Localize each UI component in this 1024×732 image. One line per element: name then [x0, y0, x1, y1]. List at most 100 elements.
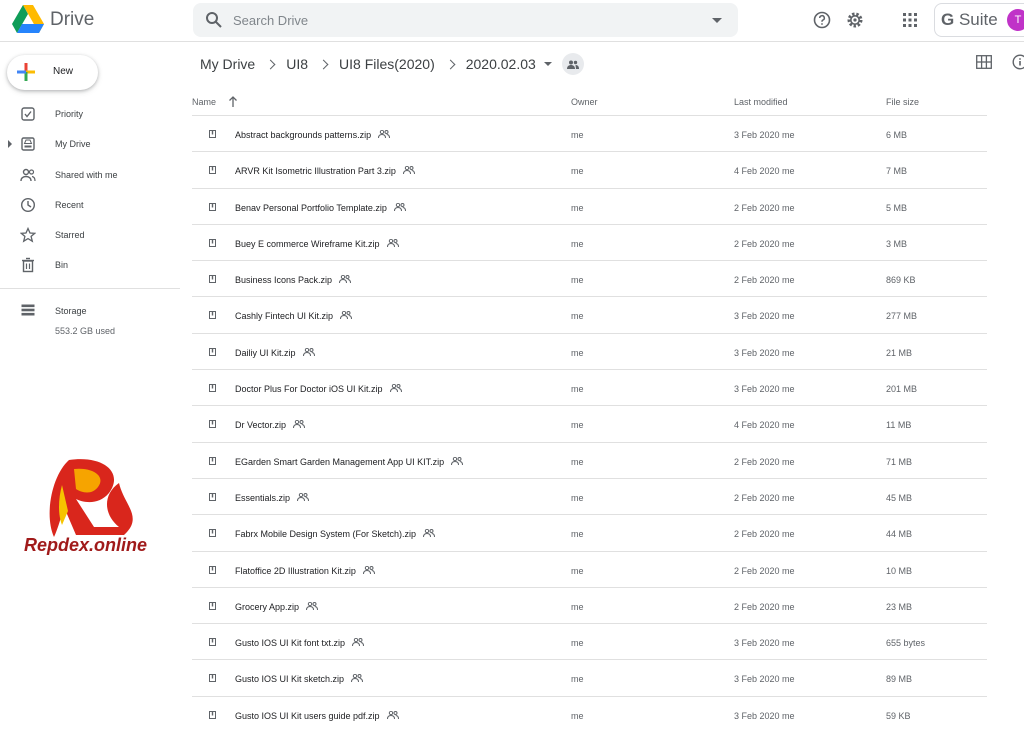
- table-row[interactable]: Dr Vector.zip me 4 Feb 2020 me 11 MB: [192, 406, 987, 443]
- sidebar-item-label: Starred: [55, 230, 85, 241]
- table-row[interactable]: Abstract backgrounds patterns.zip me 3 Feb…: [192, 116, 987, 153]
- sidebar-item-label: My Drive: [55, 139, 91, 150]
- file-name[interactable]: Gusto IOS UI Kit font txt.zip: [235, 638, 365, 648]
- help-icon[interactable]: [812, 10, 832, 30]
- storage-label[interactable]: Storage: [55, 306, 87, 316]
- file-name[interactable]: Gusto IOS UI Kit users guide pdf.zip: [235, 710, 399, 721]
- table-row[interactable]: EGarden Smart Garden Management App UI K…: [192, 443, 987, 479]
- star-icon: [20, 227, 36, 243]
- storage-icon: [21, 304, 35, 316]
- breadcrumb: My Drive UI8 UI8 Files(2020) 2020.02.03: [200, 52, 584, 76]
- file-name[interactable]: Dailiy UI Kit.zip: [235, 347, 315, 358]
- file-name[interactable]: Benav Personal Portfolio Template.zip: [235, 202, 406, 213]
- column-header-file-size[interactable]: File size: [886, 97, 919, 107]
- file-name[interactable]: Flatoffice 2D Illustration Kit.zip: [235, 565, 375, 576]
- search-input[interactable]: [233, 10, 693, 30]
- file-name[interactable]: Fabrx Mobile Design System (For Sketch).…: [235, 529, 436, 539]
- zip-file-icon: [209, 275, 216, 284]
- file-size-cell: 44 MB: [886, 529, 913, 540]
- table-row[interactable]: Grocery App.zip me 2 Feb 2020 me 23 MB: [192, 588, 987, 625]
- column-header-last-modified[interactable]: Last modified: [734, 97, 788, 107]
- gsuite-account-chip[interactable]: G Suite T: [934, 3, 1024, 37]
- last-modified-cell: 3 Feb 2020 me: [734, 130, 795, 140]
- file-name[interactable]: EGarden Smart Garden Management App UI K…: [235, 456, 464, 467]
- file-size-cell: 7 MB: [886, 166, 908, 177]
- table-row[interactable]: Fabrx Mobile Design System (For Sketch).…: [192, 515, 987, 552]
- last-modified-cell: 3 Feb 2020 me: [734, 347, 795, 358]
- last-modified-cell: 3 Feb 2020 me: [734, 311, 795, 322]
- sidebar-item-starred[interactable]: Starred: [0, 221, 180, 251]
- table-row[interactable]: Buey E commerce Wireframe Kit.zip me 2 Feb…: [192, 225, 987, 262]
- breadcrumb-item-current-folder[interactable]: 2020.02.03: [466, 56, 536, 72]
- table-row[interactable]: ARVR Kit Isometric Illustration Part 3.z…: [192, 152, 987, 189]
- shared-with-me-icon: [20, 168, 36, 181]
- avatar[interactable]: T: [1007, 9, 1024, 31]
- search-icon[interactable]: [205, 11, 223, 29]
- table-row[interactable]: Essentials.zip me 2 Feb 2020 me 45 MB: [192, 479, 987, 516]
- zip-file-icon: [209, 130, 216, 138]
- file-name[interactable]: Essentials.zip: [235, 492, 310, 503]
- sidebar-item-recent[interactable]: Recent: [0, 191, 180, 221]
- watermark-text: Repdex.online: [24, 535, 148, 555]
- shared-people-icon: [389, 384, 402, 393]
- file-name[interactable]: Abstract backgrounds patterns.zip: [235, 130, 391, 140]
- sidebar-item-bin[interactable]: Bin: [0, 251, 180, 281]
- owner-cell: me: [571, 529, 584, 540]
- table-row[interactable]: Flatoffice 2D Illustration Kit.zip me 2 Fe…: [192, 552, 987, 588]
- search-bar[interactable]: [193, 3, 738, 37]
- app-name[interactable]: Drive: [50, 9, 94, 31]
- owner-cell: me: [571, 601, 584, 612]
- last-modified-cell: 2 Feb 2020 me: [734, 238, 795, 249]
- table-row[interactable]: Gusto IOS UI Kit font txt.zip me 3 Feb 202…: [192, 624, 987, 661]
- table-row[interactable]: Cashly Fintech UI Kit.zip me 3 Feb 2020 me…: [192, 297, 987, 334]
- sidebar-item-label: Bin: [55, 260, 69, 271]
- breadcrumb-item-my-drive[interactable]: My Drive: [200, 56, 255, 72]
- table-row[interactable]: Dailiy UI Kit.zip me 3 Feb 2020 me 21 MB: [192, 334, 987, 371]
- last-modified-cell: 2 Feb 2020 me: [734, 202, 795, 213]
- file-name[interactable]: Grocery App.zip: [235, 601, 319, 612]
- sidebar-item-shared-with-me[interactable]: Shared with me: [0, 161, 180, 191]
- search-options-dropdown-icon[interactable]: [712, 18, 722, 23]
- zip-file-icon: [209, 311, 216, 320]
- table-row[interactable]: Doctor Plus For Doctor iOS UI Kit.zip me 3…: [192, 370, 987, 407]
- column-header-name[interactable]: Name: [192, 97, 216, 107]
- gsuite-suite-text: Suite: [958, 10, 998, 29]
- apps-grid-icon[interactable]: [900, 10, 920, 30]
- zip-file-icon: [209, 565, 216, 574]
- table-row[interactable]: Gusto IOS UI Kit users guide pdf.zip me 3 …: [192, 697, 987, 732]
- chevron-right-icon: [318, 59, 329, 69]
- breadcrumb-item-ui8[interactable]: UI8: [286, 56, 308, 72]
- folder-menu-dropdown-icon[interactable]: [543, 62, 552, 66]
- sidebar-item-priority[interactable]: Priority: [0, 100, 180, 130]
- expand-arrow-icon[interactable]: [8, 140, 12, 149]
- file-name[interactable]: Cashly Fintech UI Kit.zip: [235, 311, 353, 321]
- owner-cell: me: [571, 202, 584, 213]
- sort-ascending-arrow-icon[interactable]: [228, 95, 238, 107]
- column-header-owner[interactable]: Owner: [571, 97, 598, 107]
- sidebar-item-my-drive[interactable]: My Drive: [0, 130, 180, 160]
- grid-view-icon[interactable]: [976, 55, 992, 69]
- table-row[interactable]: Benav Personal Portfolio Template.zip me 2…: [192, 189, 987, 225]
- breadcrumb-item-ui8-files[interactable]: UI8 Files(2020): [339, 56, 435, 72]
- file-list-header: Name Owner Last modified File size: [192, 88, 987, 116]
- file-name[interactable]: Gusto IOS UI Kit sketch.zip: [235, 674, 364, 685]
- file-name-text: Gusto IOS UI Kit sketch.zip: [235, 674, 345, 685]
- file-size-cell: 869 KB: [886, 275, 916, 286]
- shared-folder-button[interactable]: [561, 53, 584, 75]
- file-name[interactable]: Dr Vector.zip: [235, 420, 306, 430]
- table-row[interactable]: Business Icons Pack.zip me 2 Feb 2020 me 86…: [192, 261, 987, 298]
- settings-gear-icon[interactable]: [845, 10, 865, 30]
- table-row[interactable]: Gusto IOS UI Kit sketch.zip me 3 Feb 2020 …: [192, 660, 987, 697]
- shared-people-icon: [293, 420, 306, 429]
- file-name[interactable]: Buey E commerce Wireframe Kit.zip: [235, 238, 399, 249]
- drive-logo-icon[interactable]: [12, 5, 44, 33]
- info-icon[interactable]: [1012, 54, 1024, 70]
- new-button-label: New: [53, 66, 74, 77]
- file-name[interactable]: Doctor Plus For Doctor iOS UI Kit.zip: [235, 384, 402, 394]
- file-name[interactable]: ARVR Kit Isometric Illustration Part 3.z…: [235, 166, 415, 176]
- new-button[interactable]: New: [7, 55, 98, 90]
- storage-used-text: 553.2 GB used: [55, 326, 116, 336]
- file-size-cell: 23 MB: [886, 601, 913, 612]
- file-name-text: ARVR Kit Isometric Illustration Part 3.z…: [235, 166, 396, 177]
- file-name[interactable]: Business Icons Pack.zip: [235, 275, 352, 285]
